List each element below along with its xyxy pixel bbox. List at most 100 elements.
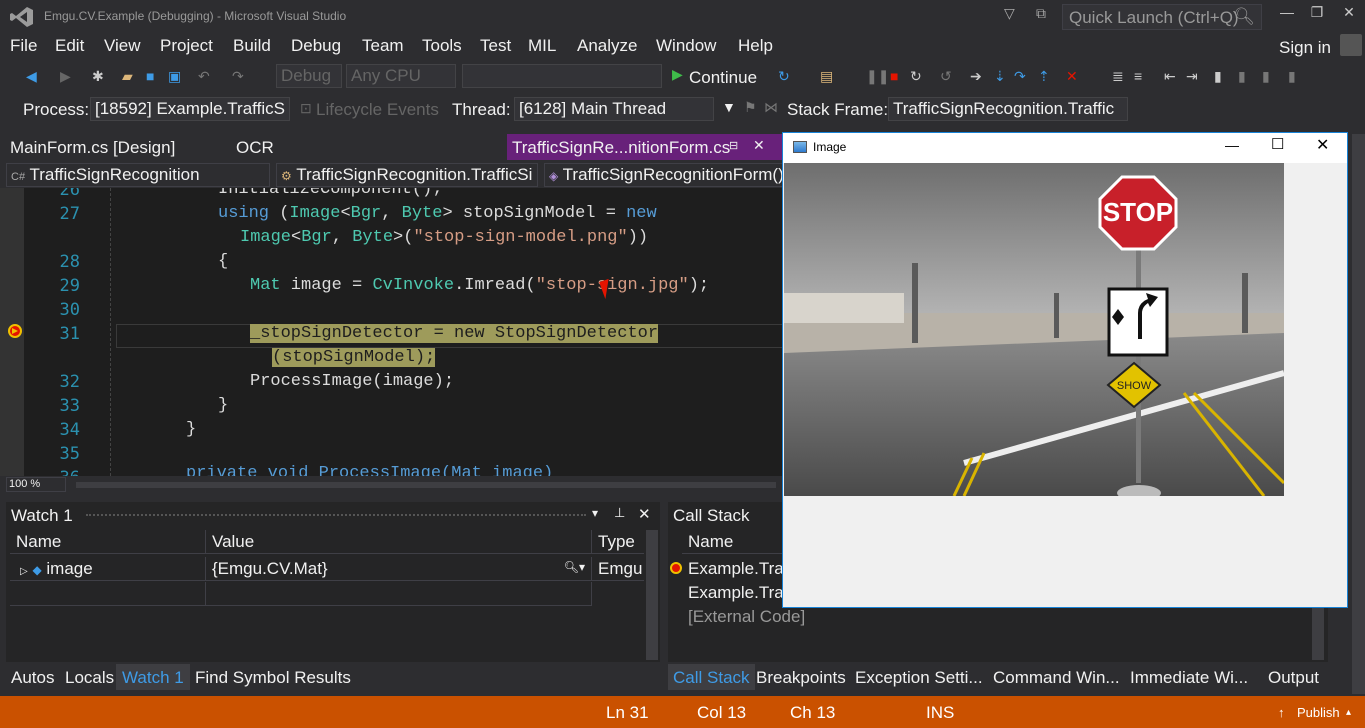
save-icon[interactable]: ■ xyxy=(146,68,154,84)
thread-dropdown[interactable]: [6128] Main Thread xyxy=(514,97,714,121)
clear-bookmarks-icon[interactable]: ▮ xyxy=(1288,68,1296,85)
process-dropdown[interactable]: [18592] Example.TrafficS xyxy=(90,97,290,121)
tab-trafficsignrecognitionform[interactable]: TrafficSignRe...nitionForm.cs ⊟ ✕ xyxy=(507,134,784,160)
refresh-icon[interactable]: ↻ xyxy=(778,68,790,85)
type-dropdown[interactable]: ⚙ TrafficSignRecognition.TrafficSi xyxy=(276,163,538,187)
maximize-button[interactable]: ☐ xyxy=(1271,135,1284,153)
zoom-dropdown[interactable]: 100 % xyxy=(6,477,66,492)
drag-grip[interactable] xyxy=(86,514,586,518)
menu-debug[interactable]: Debug xyxy=(291,36,341,56)
continue-button[interactable]: Continue xyxy=(689,68,757,88)
apply-changes-icon[interactable]: ↺ xyxy=(940,68,952,85)
menu-view[interactable]: View xyxy=(104,36,141,56)
tab-output[interactable]: Output xyxy=(1268,668,1319,688)
menu-team[interactable]: Team xyxy=(362,36,404,56)
menu-project[interactable]: Project xyxy=(160,36,213,56)
horizontal-scrollbar[interactable] xyxy=(76,482,776,488)
menu-tools[interactable]: Tools xyxy=(422,36,462,56)
menu-file[interactable]: File xyxy=(10,36,37,56)
restart-icon[interactable]: ↻ xyxy=(910,68,922,85)
close-button[interactable]: ✕ xyxy=(1334,4,1364,24)
flag-icon[interactable]: ⚑ xyxy=(744,99,757,116)
close-panel-icon[interactable]: ✕ xyxy=(638,505,651,523)
column-header-value[interactable]: Value xyxy=(206,530,592,554)
new-project-icon[interactable]: ✱ xyxy=(92,68,104,85)
undo-icon[interactable]: ↶ xyxy=(198,68,210,85)
minimize-button[interactable]: — xyxy=(1272,4,1302,24)
stack-icon[interactable]: ≡ xyxy=(1134,68,1142,84)
call-stack-row[interactable]: [External Code] xyxy=(682,605,1280,629)
tab-call-stack[interactable]: Call Stack xyxy=(668,664,755,690)
member-dropdown[interactable]: ◈ TrafficSignRecognitionForm() xyxy=(544,163,784,187)
notification-icon[interactable]: ⧉ xyxy=(1036,5,1046,22)
menu-mil[interactable]: MIL xyxy=(528,36,556,56)
tab-find-symbol-results[interactable]: Find Symbol Results xyxy=(195,668,351,688)
menu-window[interactable]: Window xyxy=(656,36,716,56)
tab-locals[interactable]: Locals xyxy=(65,668,114,688)
tab-ocr[interactable]: OCR xyxy=(226,134,284,160)
tab-breakpoints[interactable]: Breakpoints xyxy=(756,668,846,688)
column-header-type[interactable]: Type xyxy=(592,530,644,554)
filter-icon[interactable]: ▽ xyxy=(1004,5,1015,22)
threads-icon[interactable]: ≣ xyxy=(1112,68,1124,85)
menu-test[interactable]: Test xyxy=(480,36,511,56)
tab-mainform-design[interactable]: MainForm.cs [Design] xyxy=(0,134,185,160)
save-all-icon[interactable]: ▣ xyxy=(168,68,181,85)
pin-icon[interactable]: ⊟ xyxy=(729,139,738,152)
open-file-icon[interactable]: ▰ xyxy=(122,68,133,85)
step-into-icon[interactable]: ⇣ xyxy=(994,68,1006,85)
navigate-forward-icon[interactable]: ▶ xyxy=(60,68,71,85)
prev-bookmark-icon[interactable]: ▮ xyxy=(1238,68,1246,85)
publish-arrow-icon[interactable]: ▴ xyxy=(1346,707,1351,718)
menu-build[interactable]: Build xyxy=(233,36,271,56)
startup-item-dropdown[interactable] xyxy=(462,64,662,88)
watch-value-cell[interactable]: {Emgu.CV.Mat} 🔍︎▾ xyxy=(206,557,592,581)
close-tab-icon[interactable]: ✕ xyxy=(753,137,765,154)
column-header-name[interactable]: Name xyxy=(10,530,206,554)
tab-autos[interactable]: Autos xyxy=(11,668,54,688)
navigate-back-icon[interactable]: ◀ xyxy=(26,68,37,85)
image-window-titlebar[interactable]: Image — ☐ ✕ xyxy=(783,133,1347,163)
bookmark-icon[interactable]: ▮ xyxy=(1214,68,1222,85)
expand-icon[interactable]: ▷ xyxy=(20,566,28,577)
exception-settings-icon[interactable]: ✕ xyxy=(1066,68,1078,85)
code-editor[interactable]: 26 27 28 29 30 31 32 33 34 35 36 Initial… xyxy=(0,188,784,476)
visualizer-search-icon[interactable]: 🔍︎▾ xyxy=(564,560,585,574)
project-dropdown[interactable]: C# TrafficSignRecognition xyxy=(6,163,270,187)
filter-threads-icon[interactable]: ▼ xyxy=(722,99,736,115)
split-stacks-icon[interactable]: ⋈ xyxy=(764,99,778,116)
outdent-icon[interactable]: ⇤ xyxy=(1164,68,1176,85)
tab-watch-1[interactable]: Watch 1 xyxy=(116,664,190,690)
tab-immediate-window[interactable]: Immediate Wi... xyxy=(1130,668,1248,688)
indent-icon[interactable]: ⇥ xyxy=(1186,68,1198,85)
solution-config-dropdown[interactable]: Debug xyxy=(276,64,342,88)
continue-icon[interactable]: ▶ xyxy=(672,66,683,83)
current-statement-icon[interactable] xyxy=(8,324,22,338)
maximize-button[interactable]: ❐ xyxy=(1302,4,1332,24)
minimize-button[interactable]: — xyxy=(1225,137,1239,153)
next-bookmark-icon[interactable]: ▮ xyxy=(1262,68,1270,85)
step-over-icon[interactable]: ↷ xyxy=(1014,68,1026,85)
show-next-statement-icon[interactable]: ➔ xyxy=(970,68,982,85)
stack-frame-dropdown[interactable]: TrafficSignRecognition.Traffic xyxy=(888,97,1128,121)
publish-icon[interactable]: ↑ xyxy=(1278,705,1285,720)
empty-watch-cell[interactable] xyxy=(206,582,592,606)
auto-hide-pin-icon[interactable]: ⊥ xyxy=(614,505,625,521)
pause-icon[interactable]: ❚❚ xyxy=(866,68,889,85)
menu-help[interactable]: Help xyxy=(738,36,773,56)
image-window[interactable]: Image — ☐ ✕ STOP SHOW xyxy=(782,132,1348,608)
stop-debugging-icon[interactable]: ■ xyxy=(890,68,898,84)
quick-launch-input[interactable]: Quick Launch (Ctrl+Q) 🔍︎ xyxy=(1062,4,1262,30)
vertical-scrollbar[interactable] xyxy=(646,530,658,660)
attach-process-icon[interactable]: ▤ xyxy=(820,68,833,85)
tab-exception-settings[interactable]: Exception Setti... xyxy=(855,668,983,688)
redo-icon[interactable]: ↷ xyxy=(232,68,244,85)
window-position-icon[interactable]: ▾ xyxy=(592,506,598,520)
tab-command-window[interactable]: Command Win... xyxy=(993,668,1120,688)
publish-button[interactable]: Publish xyxy=(1297,705,1340,720)
right-scrollbar[interactable] xyxy=(1352,134,1365,694)
close-button[interactable]: ✕ xyxy=(1316,135,1329,155)
account-avatar[interactable] xyxy=(1340,34,1362,56)
solution-platform-dropdown[interactable]: Any CPU xyxy=(346,64,456,88)
menu-edit[interactable]: Edit xyxy=(55,36,84,56)
